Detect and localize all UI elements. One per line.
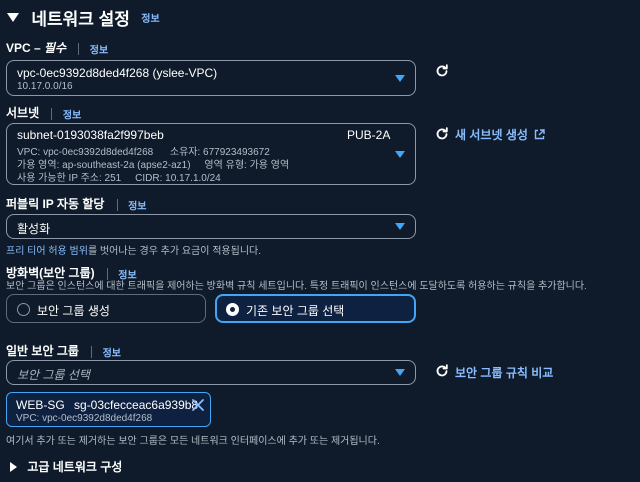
compare-sg-rules-link[interactable]: 보안 그룹 규칙 비교 — [455, 364, 553, 381]
divider — [51, 107, 53, 120]
public-ip-label-row: 퍼블릭 IP 자동 할당 정보 — [6, 195, 147, 212]
token-name-row: WEB-SG sg-03cfecceac6a939b8 — [16, 398, 198, 412]
subnet-name: PUB-2A — [347, 128, 391, 142]
refresh-vpc-button[interactable] — [434, 63, 450, 79]
public-ip-select[interactable]: 활성화 — [6, 214, 416, 239]
subnet-select[interactable]: subnet-0193038fa2f997beb PUB-2A VPC: vpc… — [6, 123, 416, 185]
subnet-label: 서브넷 — [6, 106, 40, 120]
vpc-info-link[interactable]: 정보 — [90, 45, 108, 56]
public-ip-info-link[interactable]: 정보 — [128, 201, 146, 212]
vpc-required: 필수 — [44, 41, 67, 55]
vpc-label: VPC – — [6, 41, 45, 55]
subnet-id: subnet-0193038fa2f997beb — [17, 128, 164, 142]
new-subnet-link[interactable]: 새 서브넷 생성 — [455, 126, 545, 143]
public-ip-hint: 프리 티어 허용 범위를 벗어나는 경우 추가 요금이 적용됩니다. — [6, 242, 261, 257]
security-group-select[interactable]: 보안 그룹 선택 — [6, 360, 416, 385]
token-id: sg-03cfecceac6a939b8 — [74, 398, 199, 412]
caret-down-icon — [7, 13, 19, 22]
chevron-down-icon — [395, 151, 405, 158]
radio-unselected-icon — [17, 303, 30, 316]
refresh-icon — [436, 127, 448, 140]
vpc-label-row: VPC – 필수 정보 — [6, 39, 108, 56]
vpc-value: vpc-0ec9392d8ded4f268 (yslee-VPC) — [17, 66, 218, 80]
advanced-network-label: 고급 네트워크 구성 — [27, 460, 123, 474]
section-header[interactable]: 네트워크 설정 정보 — [7, 5, 160, 29]
refresh-icon — [436, 64, 448, 77]
external-link-icon — [535, 129, 545, 140]
subnet-ips: 사용 가능한 IP 주소: 251 CIDR: 10.17.1.0/24 — [17, 173, 221, 184]
chevron-down-icon — [395, 75, 405, 82]
refresh-sg-button[interactable] — [434, 363, 450, 379]
radio-existing-security-group[interactable]: 기존 보안 그룹 선택 — [215, 294, 416, 323]
chevron-down-icon — [395, 369, 405, 376]
divider — [91, 345, 93, 358]
vpc-cidr: 10.17.0.0/16 — [17, 81, 73, 92]
public-ip-value: 활성화 — [17, 222, 51, 236]
radio-create-security-group[interactable]: 보안 그룹 생성 — [6, 294, 206, 323]
vpc-select[interactable]: vpc-0ec9392d8ded4f268 (yslee-VPC) 10.17.… — [6, 60, 416, 96]
public-ip-label: 퍼블릭 IP 자동 할당 — [6, 197, 105, 211]
radio-selected-icon — [226, 303, 239, 316]
token-name: WEB-SG — [16, 398, 65, 412]
free-tier-link[interactable]: 프리 티어 허용 범위 — [6, 246, 88, 257]
token-vpc: VPC: vpc-0ec9392d8ded4f268 — [16, 413, 153, 424]
chevron-down-icon — [395, 223, 405, 230]
radio-create-label: 보안 그룹 생성 — [37, 304, 110, 318]
header-info-link[interactable]: 정보 — [141, 14, 159, 25]
common-sg-label: 일반 보안 그룹 — [6, 344, 79, 358]
refresh-icon — [436, 364, 448, 377]
divider — [78, 42, 80, 55]
common-sg-label-row: 일반 보안 그룹 정보 — [6, 342, 121, 359]
common-sg-info-link[interactable]: 정보 — [103, 348, 121, 359]
security-group-hint: 여기서 추가 또는 제거하는 보안 그룹은 모든 네트워크 인터페이스에 추가 … — [6, 436, 380, 447]
security-group-token: WEB-SG sg-03cfecceac6a939b8 VPC: vpc-0ec… — [6, 392, 211, 427]
security-group-placeholder: 보안 그룹 선택 — [17, 368, 90, 382]
caret-right-icon — [10, 461, 17, 472]
divider — [116, 198, 118, 211]
remove-token-button[interactable] — [191, 398, 205, 412]
new-subnet-label: 새 서브넷 생성 — [455, 128, 528, 142]
subnet-info-link[interactable]: 정보 — [63, 110, 81, 121]
advanced-network-toggle[interactable]: 고급 네트워크 구성 — [10, 458, 122, 475]
radio-existing-label: 기존 보안 그룹 선택 — [246, 304, 345, 318]
page-title: 네트워크 설정 — [31, 10, 130, 29]
close-icon — [192, 399, 204, 411]
subnet-label-row: 서브넷 정보 — [6, 104, 81, 121]
public-ip-hint-text: 를 벗어나는 경우 추가 요금이 적용됩니다. — [87, 246, 262, 257]
firewall-description: 보안 그룹은 인스턴스에 대한 트래픽을 제어하는 방화벽 규칙 세트입니다. … — [6, 281, 587, 292]
refresh-subnet-button[interactable] — [434, 126, 450, 142]
